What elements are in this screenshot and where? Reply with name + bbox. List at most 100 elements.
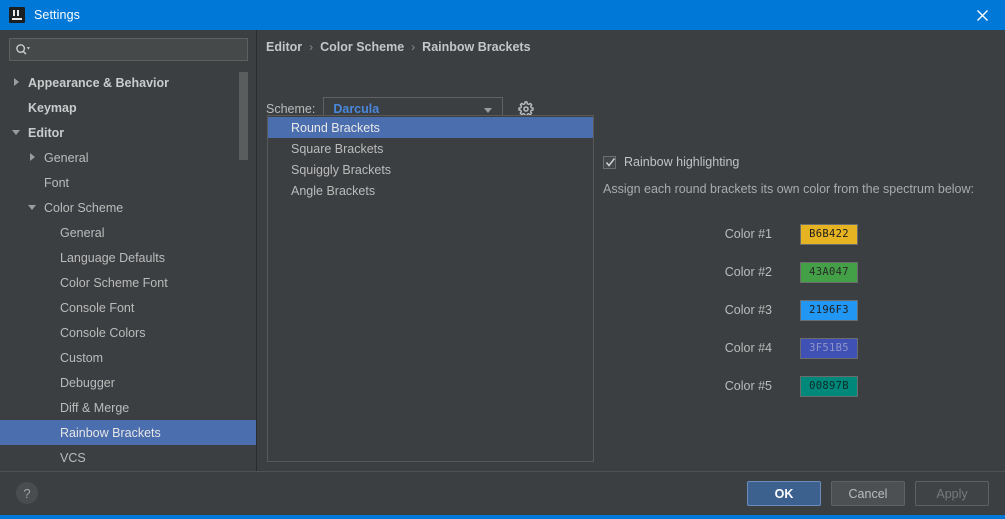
sidebar-item-editor[interactable]: Editor [0,120,257,145]
sidebar-item-label: General [44,150,89,165]
color-row: Color #5 00897B [603,367,998,405]
sidebar-item-label: Console Colors [60,325,146,340]
color-label: Color #1 [724,227,772,241]
sidebar-item-label: Font [44,175,70,190]
sidebar-scrollbar-thumb[interactable] [239,72,248,160]
cancel-button[interactable]: Cancel [831,481,905,506]
settings-content: Editor › Color Scheme › Rainbow Brackets Sch… [258,30,1005,471]
sidebar-item-vcs[interactable]: VCS [0,445,257,470]
sidebar-item-color-scheme-font[interactable]: Color Scheme Font [0,270,257,295]
rainbow-highlighting-checkbox[interactable]: Rainbow highlighting [603,155,739,169]
title-bar: Settings [0,0,1005,30]
apply-button[interactable]: Apply [915,481,989,506]
color-swatch[interactable]: 2196F3 [800,299,858,321]
chevron-down-icon[interactable] [28,202,39,213]
bracket-list-item[interactable]: Round Brackets [268,117,593,138]
color-swatch[interactable]: 3F51B5 [800,337,858,359]
sidebar-item-label: Rainbow Brackets [60,425,161,440]
close-button[interactable] [959,0,1005,30]
sidebar-item-label: Language Defaults [60,250,165,265]
color-label: Color #4 [724,341,772,355]
sidebar-item-console-font[interactable]: Console Font [0,295,257,320]
sidebar-item-keymap[interactable]: Keymap [0,95,257,120]
breadcrumb-item[interactable]: Rainbow Brackets [422,40,530,54]
window-bottom-accent [0,515,1005,519]
sidebar-item-language-defaults[interactable]: Language Defaults [0,245,257,270]
sidebar-item-general[interactable]: General [0,145,257,170]
bracket-list-item[interactable]: Angle Brackets [268,180,593,201]
color-row: Color #2 43A047 [603,253,998,291]
sidebar-item-rainbow-brackets[interactable]: Rainbow Brackets [0,420,257,445]
breadcrumb-separator: › [411,40,416,54]
bracket-list-item[interactable]: Squiggly Brackets [268,159,593,180]
sidebar-item-custom[interactable]: Custom [0,345,257,370]
search-icon [15,42,31,58]
help-button[interactable]: ? [16,482,38,504]
check-icon [605,157,616,167]
chevron-down-icon[interactable] [12,127,23,138]
sidebar-item-diff-merge[interactable]: Diff & Merge [0,395,257,420]
options-hint: Assign each round brackets its own color… [603,182,975,196]
color-swatch-list: Color #1 B6B422 Color #2 43A047 Color #3 2196… [603,215,998,405]
sidebar-item-label: Appearance & Behavior [28,75,170,90]
color-label: Color #5 [724,379,772,393]
color-label: Color #3 [724,303,772,317]
color-swatch[interactable]: 00897B [800,375,858,397]
color-row: Color #1 B6B422 [603,215,998,253]
settings-dialog: Settings Appearance & Behavior Keymap Edit… [0,0,1005,519]
sidebar-item-label: Color Scheme [44,200,124,215]
scheme-dropdown-value: Darcula [333,102,380,116]
color-row: Color #4 3F51B5 [603,329,998,367]
sidebar-item-label: Console Font [60,300,135,315]
breadcrumb-item[interactable]: Editor [266,40,302,54]
chevron-down-icon [484,108,493,113]
bracket-type-list: Round Brackets Square Brackets Squiggly Br… [267,115,594,462]
search-input[interactable] [31,42,247,57]
sidebar-item-debugger[interactable]: Debugger [0,370,257,395]
sidebar-item-label: Keymap [28,100,77,115]
bracket-options-panel: Rainbow highlighting Assign each round b… [603,115,998,462]
sidebar-item-color-scheme[interactable]: Color Scheme [0,195,257,220]
intellij-idea-icon [9,7,25,23]
chevron-right-icon[interactable] [12,77,23,88]
sidebar-item-appearance-behavior[interactable]: Appearance & Behavior [0,70,257,95]
breadcrumb-item[interactable]: Color Scheme [320,40,404,54]
settings-sidebar: Appearance & Behavior Keymap Editor General… [0,30,257,471]
sidebar-item-label: General [60,225,105,240]
settings-tree: Appearance & Behavior Keymap Editor General… [0,70,257,471]
color-swatch[interactable]: B6B422 [800,223,858,245]
breadcrumb-separator: › [309,40,314,54]
color-label: Color #2 [724,265,772,279]
chevron-right-icon[interactable] [28,152,39,163]
search-field[interactable] [9,38,248,61]
sidebar-item-label: VCS [60,450,86,465]
rainbow-highlighting-label: Rainbow highlighting [624,155,740,169]
sidebar-item-console-colors[interactable]: Console Colors [0,320,257,345]
sidebar-item-label: Editor [28,125,65,140]
sidebar-item-label: Diff & Merge [60,400,130,415]
color-row: Color #3 2196F3 [603,291,998,329]
checkbox-box [603,155,616,169]
breadcrumb: Editor › Color Scheme › Rainbow Brackets [266,40,531,54]
bracket-list-item[interactable]: Square Brackets [268,138,593,159]
sidebar-item-label: Color Scheme Font [60,275,168,290]
sidebar-item-font[interactable]: Font [0,170,257,195]
sidebar-item-label: Debugger [60,375,115,390]
color-swatch[interactable]: 43A047 [800,261,858,283]
close-icon [976,9,988,21]
ok-button[interactable]: OK [747,481,821,506]
dialog-footer: ? OK Cancel Apply [0,471,1005,515]
sidebar-item-general[interactable]: General [0,220,257,245]
